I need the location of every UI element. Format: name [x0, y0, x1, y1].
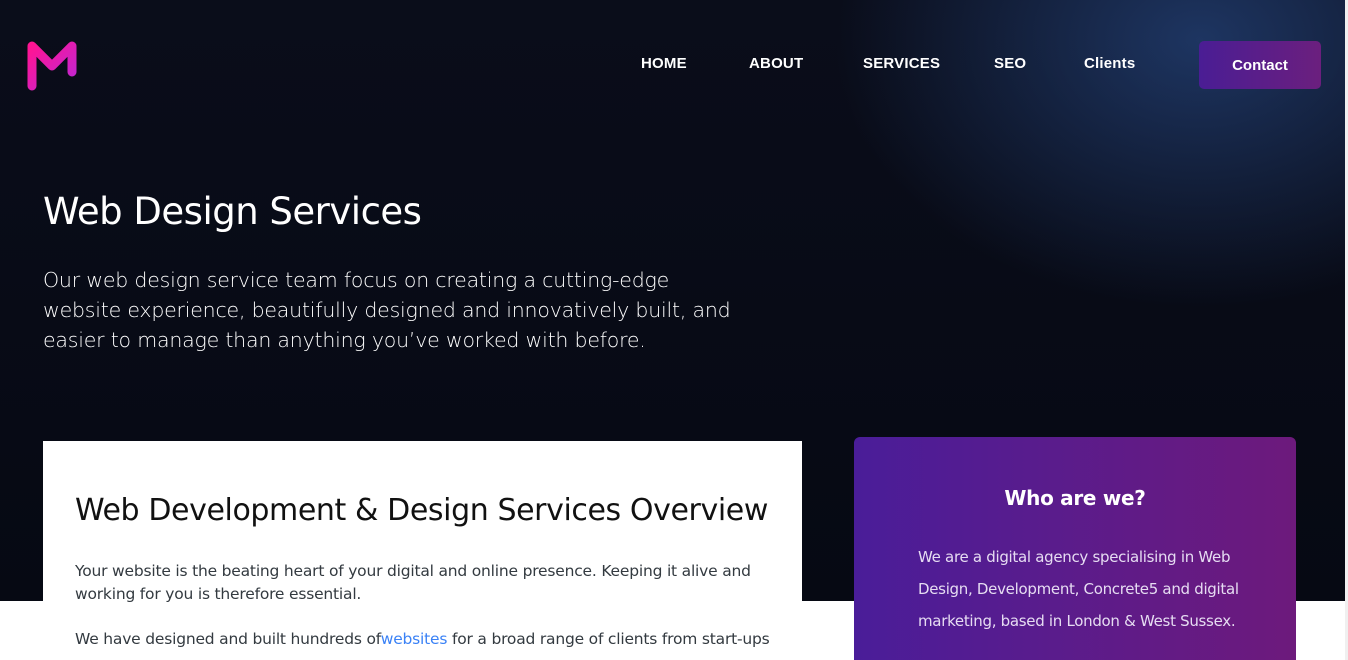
- nav-services-link[interactable]: SERVICES: [863, 55, 940, 72]
- brand-logo-icon[interactable]: [26, 38, 78, 92]
- overview-title: Web Development & Design Services Overvi…: [75, 493, 768, 528]
- overview-paragraph-1: Your website is the beating heart of you…: [75, 562, 751, 603]
- who-are-we-title: Who are we?: [1004, 486, 1146, 510]
- nav-seo-link[interactable]: SEO: [994, 55, 1026, 72]
- hero-description: Our web design service team focus on cre…: [43, 268, 731, 352]
- websites-link[interactable]: websites: [381, 630, 448, 648]
- nav-home-link[interactable]: HOME: [641, 55, 687, 72]
- overview-paragraph-2: We have designed and built hundreds ofwe…: [75, 628, 775, 651]
- page-title: Web Design Services: [43, 190, 422, 233]
- contact-button[interactable]: Contact: [1199, 41, 1321, 89]
- nav-about-link[interactable]: ABOUT: [749, 55, 803, 72]
- nav-clients-link[interactable]: Clients: [1084, 55, 1135, 72]
- overview-card: Web Development & Design Services Overvi…: [43, 441, 802, 660]
- who-are-we-text: We are a digital agency specialising in …: [918, 548, 1239, 630]
- who-are-we-card: Who are we? We are a digital agency spec…: [854, 437, 1296, 660]
- overview-paragraph-2-end: for a broad range of clients from start-…: [447, 630, 770, 648]
- overview-paragraph-2-start: We have designed and built hundreds of: [75, 630, 381, 648]
